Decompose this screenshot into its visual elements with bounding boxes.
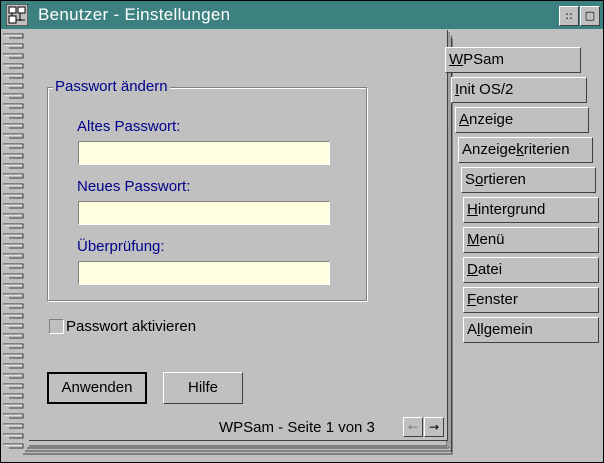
apply-button[interactable]: Anwenden <box>47 372 147 404</box>
tab-label-part: nzeige <box>469 111 514 128</box>
tab-fenster[interactable]: Fenster <box>463 287 599 313</box>
tab-init-os-2[interactable]: Init OS/2 <box>451 77 587 103</box>
tab-menü[interactable]: Menü <box>463 227 599 253</box>
verify-password-input[interactable] <box>78 261 330 285</box>
tab-label-part: rtieren <box>483 171 526 188</box>
tab-anzeigekriterien[interactable]: Anzeigekriterien <box>458 137 593 163</box>
settings-window: Benutzer - Einstellungen :: □ Passwort ä… <box>0 0 604 463</box>
tab-label-part: nit OS/2 <box>459 81 514 98</box>
close-button[interactable]: □ <box>580 6 600 26</box>
groupbox-title: Passwort ändern <box>53 78 170 95</box>
new-password-input[interactable] <box>78 201 330 225</box>
activate-password-label[interactable]: Passwort aktivieren <box>66 318 196 335</box>
tab-label-part: atei <box>477 261 503 278</box>
tab-label-part: PSam <box>463 51 505 68</box>
next-page-button[interactable]: → <box>424 417 444 437</box>
tab-wpsam[interactable]: WPSam <box>445 47 581 73</box>
tab-hintergrund[interactable]: Hintergrund <box>463 197 599 223</box>
title-bar[interactable]: Benutzer - Einstellungen :: □ <box>1 1 603 29</box>
tab-label-part: Anzeige <box>462 141 517 158</box>
activate-password-checkbox[interactable] <box>49 319 64 334</box>
tab-mnemonic: F <box>467 291 477 308</box>
tab-label-part: A <box>467 321 478 338</box>
tab-label-part: S <box>465 171 476 188</box>
tab-mnemonic: A <box>459 111 470 128</box>
old-password-label: Altes Passwort: <box>77 118 181 135</box>
tab-label-part: intergrund <box>477 201 546 218</box>
window-title: Benutzer - Einstellungen <box>38 5 231 24</box>
new-password-label: Neues Passwort: <box>77 178 191 195</box>
tab-mnemonic: W <box>449 51 464 68</box>
help-button[interactable]: Hilfe <box>163 372 243 404</box>
verify-password-label: Überprüfung: <box>77 238 165 255</box>
tab-mnemonic: D <box>467 261 478 278</box>
system-menu-icon[interactable] <box>6 4 28 26</box>
tab-label-part: lgemein <box>480 321 533 338</box>
restore-button[interactable]: :: <box>559 6 579 26</box>
tab-datei[interactable]: Datei <box>463 257 599 283</box>
tab-allgemein[interactable]: Allgemein <box>463 317 599 343</box>
tab-mnemonic: M <box>467 231 480 248</box>
tab-label-part: riterien <box>523 141 570 158</box>
tab-label-part: enster <box>476 291 518 308</box>
tab-anzeige[interactable]: Anzeige <box>455 107 589 133</box>
tab-label-part: enü <box>479 231 505 248</box>
old-password-input[interactable] <box>78 141 330 165</box>
tab-mnemonic: H <box>467 201 478 218</box>
previous-page-button[interactable]: ← <box>403 417 423 437</box>
tab-mnemonic: k <box>516 141 524 158</box>
notebook-spiral-binding <box>3 33 24 449</box>
tab-sortieren[interactable]: Sortieren <box>461 167 596 193</box>
page-indicator: WPSam - Seite 1 von 3 <box>219 419 375 436</box>
